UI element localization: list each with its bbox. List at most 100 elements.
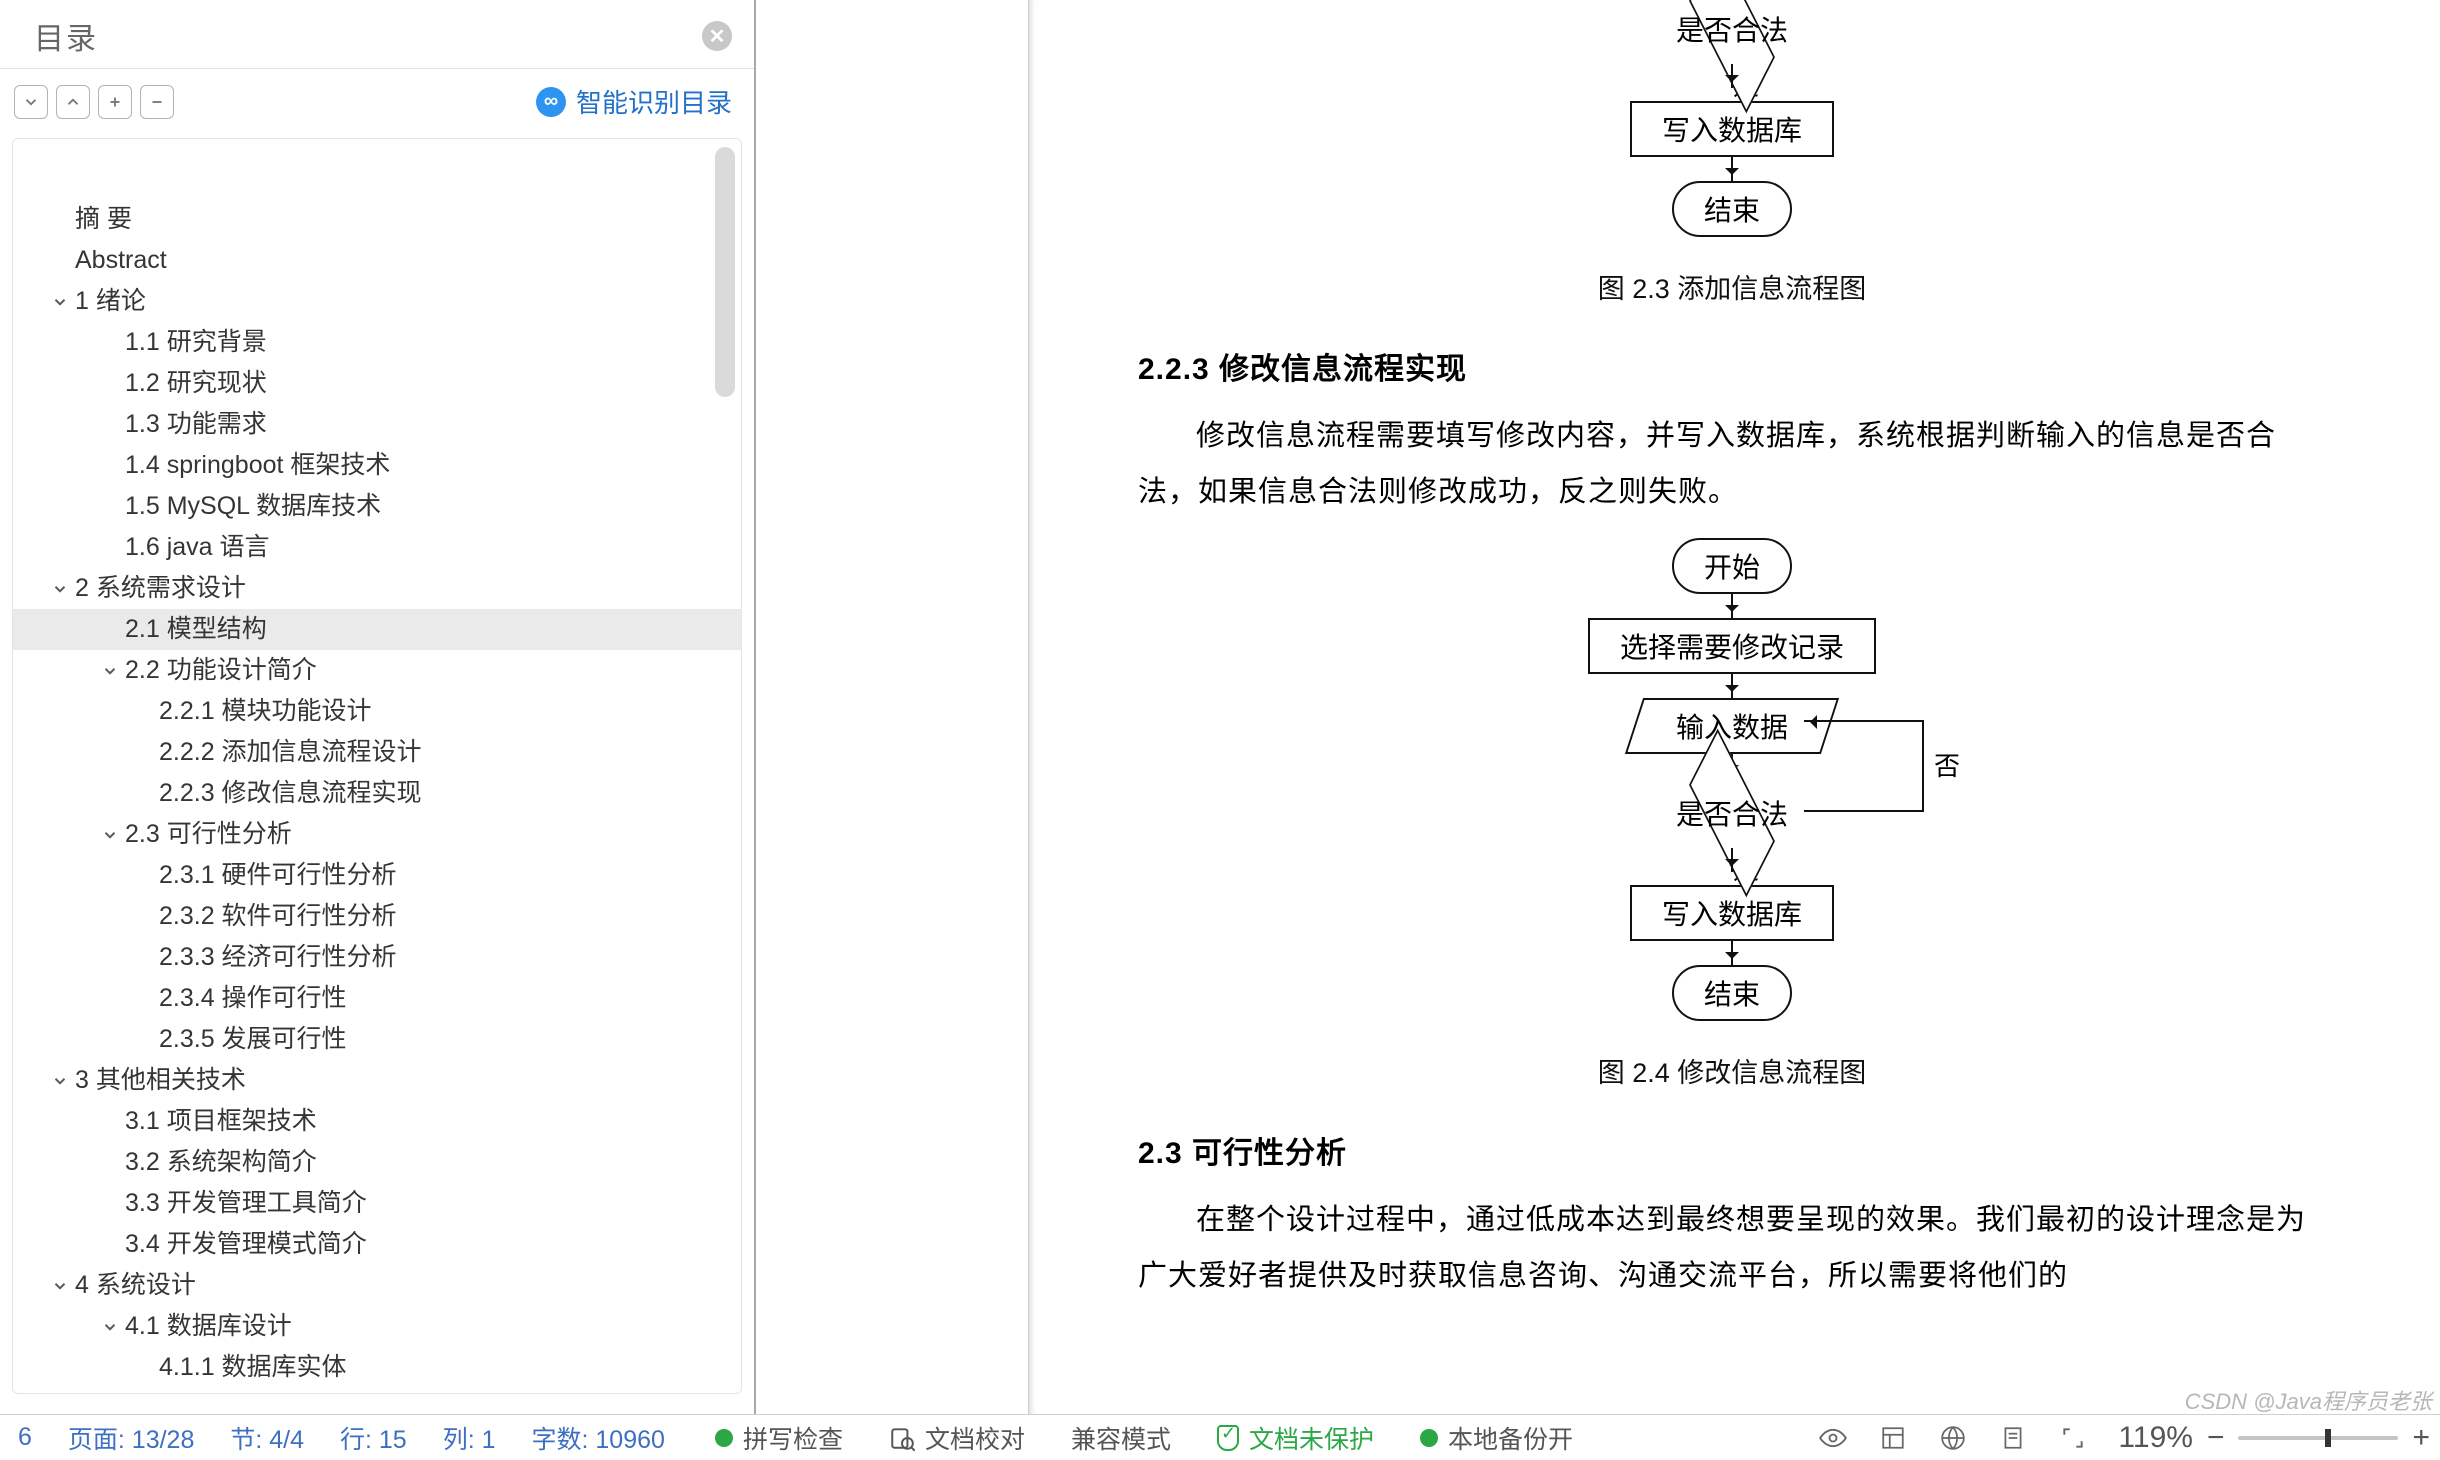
toc-item[interactable]: 4 系统设计	[13, 1265, 741, 1306]
chevron-down-icon	[99, 1193, 121, 1215]
toc-item[interactable]: 4.1 数据库设计	[13, 1306, 741, 1347]
toc-item[interactable]: 3.1 项目框架技术	[13, 1101, 741, 1142]
toc-item[interactable]: 摘 要	[13, 199, 741, 240]
toc-item[interactable]: 3 其他相关技术	[13, 1060, 741, 1101]
chevron-down-icon	[133, 701, 155, 723]
minus-icon[interactable]	[140, 85, 174, 119]
toc-item[interactable]: 2 系统需求设计	[13, 568, 741, 609]
toc-item[interactable]: 1.5 MySQL 数据库技术	[13, 486, 741, 527]
toc-item[interactable]: 2.3.4 操作可行性	[13, 978, 741, 1019]
toc-item-label: 2.3.3 经济可行性分析	[159, 937, 397, 978]
status-protect[interactable]: 文档未保护	[1217, 1420, 1374, 1456]
toc-item[interactable]: 1 绪论	[13, 281, 741, 322]
chevron-down-icon[interactable]	[49, 291, 71, 313]
toc-item[interactable]: 3.2 系统架构简介	[13, 1142, 741, 1183]
chevron-down-icon[interactable]	[14, 85, 48, 119]
toc-item-label: 2.2.1 模块功能设计	[159, 691, 372, 732]
zoom-in-icon[interactable]: +	[2412, 1421, 2430, 1455]
plus-icon[interactable]	[98, 85, 132, 119]
web-layout-icon[interactable]	[1938, 1423, 1968, 1453]
status-row[interactable]: 行: 15	[340, 1420, 407, 1456]
heading-2-3: 2.3 可行性分析	[1138, 1128, 2326, 1172]
toc-item[interactable]: 3.4 开发管理模式简介	[13, 1224, 741, 1265]
chevron-down-icon	[99, 414, 121, 436]
toc-item[interactable]: 2.3.2 软件可行性分析	[13, 896, 741, 937]
chevron-down-icon	[133, 1029, 155, 1051]
chevron-down-icon[interactable]	[49, 1275, 71, 1297]
chevron-down-icon[interactable]	[49, 578, 71, 600]
status-right: 119% − +	[1818, 1421, 2430, 1455]
chevron-down-icon	[133, 906, 155, 928]
fit-icon[interactable]	[2058, 1423, 2088, 1453]
toc-item[interactable]: 1.1 研究背景	[13, 322, 741, 363]
flow-start: 开始	[1672, 538, 1792, 594]
toc-item-label: 1.4 springboot 框架技术	[125, 445, 390, 486]
toc-item[interactable]: 2.3.3 经济可行性分析	[13, 937, 741, 978]
toc-item[interactable]: 2.1 模型结构	[13, 609, 741, 650]
chevron-down-icon	[99, 537, 121, 559]
zoom-out-icon[interactable]: −	[2207, 1421, 2225, 1455]
paragraph-2-2-3: 修改信息流程需要填写修改内容，并写入数据库，系统根据判断输入的信息是否合法，如果…	[1138, 408, 2326, 520]
flow-diamond-label: 是否合法	[1676, 793, 1788, 833]
sidebar-title: 目录	[34, 14, 98, 58]
chevron-down-icon	[133, 1357, 155, 1379]
toc-item-label: 2.3.5 发展可行性	[159, 1019, 347, 1060]
status-backup[interactable]: 本地备份开	[1420, 1420, 1573, 1456]
status-section[interactable]: 节: 4/4	[230, 1420, 304, 1456]
chevron-down-icon	[49, 209, 71, 231]
toc-item[interactable]: 1.3 功能需求	[13, 404, 741, 445]
zoom-slider[interactable]	[2238, 1436, 2398, 1440]
scrollbar-thumb[interactable]	[715, 147, 735, 397]
status-bar: 6 页面: 13/28 节: 4/4 行: 15 列: 1 字数: 10960 …	[0, 1414, 2440, 1460]
status-page[interactable]: 页面: 13/28	[68, 1420, 194, 1456]
status-spellcheck[interactable]: 拼写检查	[715, 1420, 843, 1456]
document-view: 是否合法 是 写入数据库 结束 图 2.3 添加信息流程图 2.2.3 修改信息…	[756, 0, 2440, 1414]
toc-item[interactable]: 2.2.2 添加信息流程设计	[13, 732, 741, 773]
toc-item-label: 1.6 java 语言	[125, 527, 270, 568]
chevron-down-icon[interactable]	[49, 1070, 71, 1092]
toc-item[interactable]: 4.1.1 数据库实体	[13, 1347, 741, 1388]
chevron-down-icon	[99, 619, 121, 641]
flow-arrow	[1731, 941, 1733, 965]
smart-identify-toc[interactable]: 智能识别目录	[536, 83, 732, 120]
toc-item-label: 1.5 MySQL 数据库技术	[125, 486, 381, 527]
toc-item[interactable]: 3.3 开发管理工具简介	[13, 1183, 741, 1224]
toc-item-label: 3.1 项目框架技术	[125, 1101, 317, 1142]
toc-item[interactable]: 2.3.1 硬件可行性分析	[13, 855, 741, 896]
shield-icon	[1217, 1425, 1239, 1451]
chevron-down-icon[interactable]	[99, 660, 121, 682]
chevron-down-icon[interactable]	[99, 1316, 121, 1338]
status-compat-mode[interactable]: 兼容模式	[1071, 1420, 1171, 1456]
toc-item[interactable]: 2.3.5 发展可行性	[13, 1019, 741, 1060]
figure-caption-2-4: 图 2.4 修改信息流程图	[1138, 1051, 2326, 1090]
chevron-down-icon	[133, 865, 155, 887]
toc-item[interactable]: 1.2 研究现状	[13, 363, 741, 404]
watermark: CSDN @Java程序员老张	[2185, 1384, 2432, 1416]
toc-item[interactable]: 2.3 可行性分析	[13, 814, 741, 855]
toc-item[interactable]: 2.2.1 模块功能设计	[13, 691, 741, 732]
status-proofread[interactable]: 文档校对	[889, 1420, 1025, 1456]
toc-item-label: 摘 要	[75, 199, 132, 240]
flow-rect: 写入数据库	[1630, 101, 1834, 157]
chevron-down-icon	[133, 742, 155, 764]
chevron-down-icon	[99, 496, 121, 518]
toc-item[interactable]: 1.6 java 语言	[13, 527, 741, 568]
status-wordcount[interactable]: 字数: 10960	[532, 1420, 665, 1456]
zoom-percent[interactable]: 119%	[2118, 1421, 2193, 1455]
toc-item-label: 1 绪论	[75, 281, 146, 322]
eye-icon[interactable]	[1818, 1423, 1848, 1453]
toc-item[interactable]: 2.2.3 修改信息流程实现	[13, 773, 741, 814]
status-col[interactable]: 列: 1	[443, 1420, 496, 1456]
toc-item[interactable]: 1.4 springboot 框架技术	[13, 445, 741, 486]
toc-item-label: 2.3.2 软件可行性分析	[159, 896, 397, 937]
document-page: 是否合法 是 写入数据库 结束 图 2.3 添加信息流程图 2.2.3 修改信息…	[1038, 0, 2426, 1414]
view-mode-icon[interactable]	[1878, 1423, 1908, 1453]
sidebar-toolbar: 智能识别目录	[0, 69, 754, 134]
close-icon[interactable]: ✕	[702, 21, 732, 51]
chevron-up-icon[interactable]	[56, 85, 90, 119]
chevron-down-icon[interactable]	[99, 824, 121, 846]
status-first-num[interactable]: 6	[18, 1423, 32, 1452]
toc-item[interactable]: Abstract	[13, 240, 741, 281]
toc-item[interactable]: 2.2 功能设计简介	[13, 650, 741, 691]
print-layout-icon[interactable]	[1998, 1423, 2028, 1453]
